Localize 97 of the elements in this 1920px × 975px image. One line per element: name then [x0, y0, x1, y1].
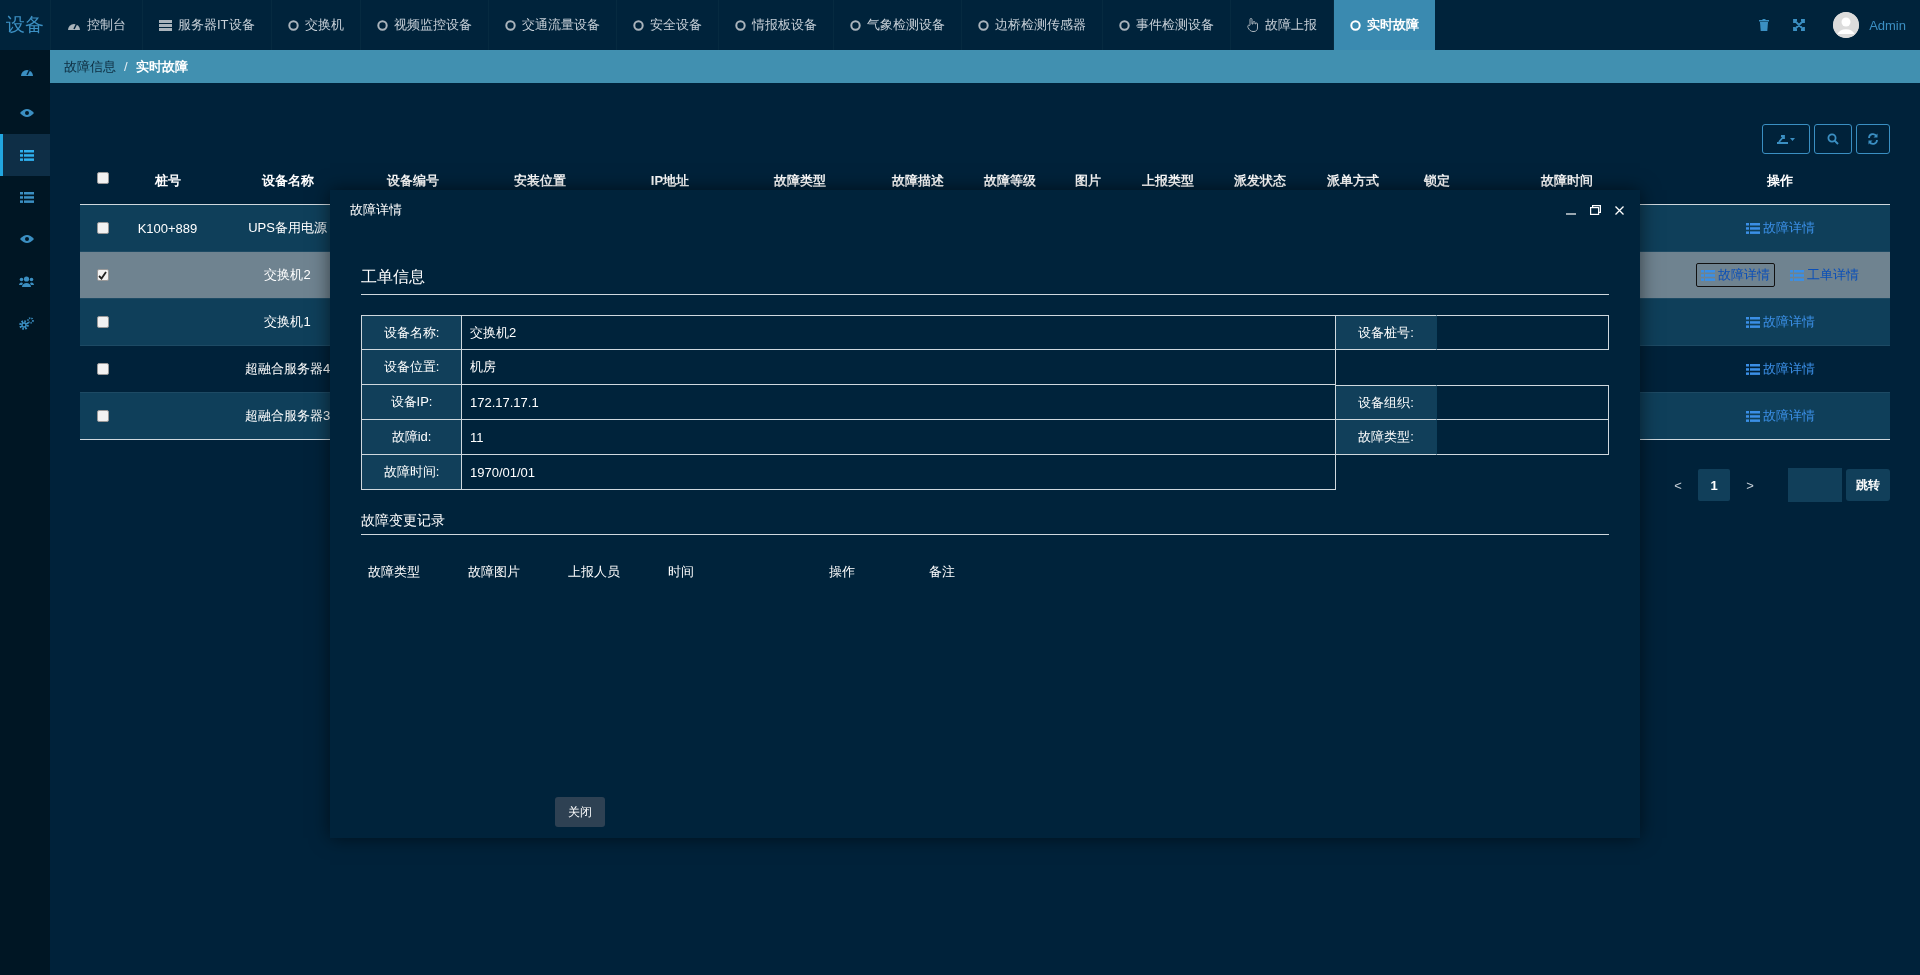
search-icon	[1827, 133, 1839, 145]
table-cell: UPS备用电源	[248, 219, 327, 237]
circle-icon	[376, 19, 388, 31]
checkbox[interactable]	[96, 222, 109, 234]
section-title: 工单信息	[361, 267, 1609, 295]
fullscreen-icon[interactable]	[1793, 19, 1806, 31]
nav-tab[interactable]: 实时故障	[1332, 0, 1435, 50]
table-cell: 交换机2	[264, 266, 311, 284]
prev-page-button[interactable]: <	[1662, 469, 1694, 501]
list-icon	[1745, 363, 1760, 375]
export-button[interactable]	[1762, 124, 1810, 154]
eye-icon	[19, 234, 34, 244]
column-header: 上报人员	[568, 563, 621, 581]
column-header: 设备编号	[386, 172, 439, 190]
field-label: 故障时间:	[361, 455, 461, 490]
users-icon	[19, 275, 34, 287]
avatar-icon[interactable]	[1833, 12, 1860, 38]
checkbox[interactable]	[96, 410, 109, 422]
table-cell: 超融合服务器3	[244, 407, 331, 425]
field-label: 设备桩号:	[1336, 315, 1436, 350]
next-page-button[interactable]: >	[1734, 469, 1766, 501]
trash-icon[interactable]	[1759, 19, 1770, 31]
page-input[interactable]	[1788, 468, 1842, 502]
field-value: 1970/01/01	[461, 455, 1336, 490]
field-label: 设备IP:	[361, 385, 461, 420]
hand-pointer-icon	[1246, 18, 1259, 32]
circle-icon	[504, 19, 516, 31]
column-header: 桩号	[154, 172, 181, 190]
table-cell: K100+889	[137, 220, 198, 236]
column-header: 上报类型	[1141, 172, 1194, 190]
list-icon	[1745, 410, 1760, 422]
gears-icon	[19, 316, 34, 330]
column-header: IP地址	[650, 172, 690, 190]
refresh-button[interactable]	[1856, 124, 1890, 154]
checkbox[interactable]	[96, 172, 109, 184]
table-cell: 交换机1	[264, 313, 311, 331]
circle-icon	[287, 19, 299, 31]
field-value: 交换机2	[461, 315, 1336, 350]
dialog-title: 故障详情	[350, 201, 403, 219]
column-header: 操作	[1767, 172, 1793, 190]
brand-title: 设备	[5, 13, 45, 37]
column-header: 派发状态	[1234, 172, 1286, 190]
column-header: 故障等级	[984, 172, 1036, 190]
list-icon	[19, 149, 34, 161]
column-header: 图片	[1074, 172, 1101, 190]
close-icon[interactable]	[1615, 205, 1624, 215]
column-header: 故障图片	[468, 563, 521, 581]
column-header: 故障类型	[774, 172, 826, 190]
column-header: 故障时间	[1540, 172, 1593, 190]
list-icon	[1790, 269, 1804, 281]
field-label: 设备组织:	[1336, 385, 1436, 420]
list-icon	[1701, 269, 1715, 281]
breadcrumb-item: 实时故障	[135, 57, 188, 76]
column-header: 设备名称	[261, 172, 314, 190]
field-value: 11	[461, 420, 1336, 455]
page-button[interactable]: 1	[1698, 469, 1730, 501]
search-button[interactable]	[1814, 124, 1852, 154]
list-icon	[19, 191, 34, 203]
circle-icon	[632, 19, 644, 31]
jump-button[interactable]: 跳转	[1846, 469, 1890, 501]
list-icon	[1745, 222, 1760, 234]
sidebar-item[interactable]	[0, 134, 50, 176]
column-header: 安装位置	[514, 172, 566, 190]
checkbox[interactable]	[96, 363, 109, 375]
server-icon	[159, 19, 172, 31]
close-button[interactable]: 关闭	[555, 797, 605, 827]
column-header: 备注	[929, 563, 956, 581]
maximize-icon[interactable]	[1590, 205, 1601, 215]
field-label: 故障类型:	[1336, 420, 1436, 455]
list-icon	[1745, 316, 1760, 328]
circle-icon	[1118, 19, 1130, 31]
table-cell: 超融合服务器4	[244, 360, 331, 378]
field-label: 故障id:	[361, 420, 461, 455]
column-header: 时间	[668, 563, 695, 581]
section-title: 故障变更记录	[361, 512, 1609, 535]
column-header: 故障描述	[891, 172, 944, 190]
field-value: 机房	[461, 350, 1336, 385]
field-value: 172.17.17.1	[461, 385, 1336, 420]
column-header: 操作	[829, 563, 856, 581]
eye-icon	[19, 108, 34, 118]
circle-icon	[734, 19, 746, 31]
field-label: 设备名称:	[361, 315, 461, 350]
export-icon	[1776, 134, 1796, 144]
checkbox[interactable]	[96, 316, 109, 328]
user-name[interactable]: Admin	[1869, 17, 1906, 33]
breadcrumb-item[interactable]: 故障信息	[64, 57, 116, 76]
circle-icon	[1349, 19, 1361, 31]
breadcrumb-separator: /	[124, 59, 128, 74]
column-header: 派单方式	[1326, 172, 1379, 190]
circle-icon	[977, 19, 989, 31]
checkbox[interactable]	[96, 269, 109, 281]
column-header: 锁定	[1423, 172, 1450, 190]
circle-icon	[849, 19, 861, 31]
refresh-icon	[1867, 133, 1879, 145]
column-header: 故障类型	[368, 563, 421, 581]
detail-link[interactable]: 故障详情	[1740, 357, 1820, 381]
field-label: 设备位置:	[361, 350, 461, 385]
